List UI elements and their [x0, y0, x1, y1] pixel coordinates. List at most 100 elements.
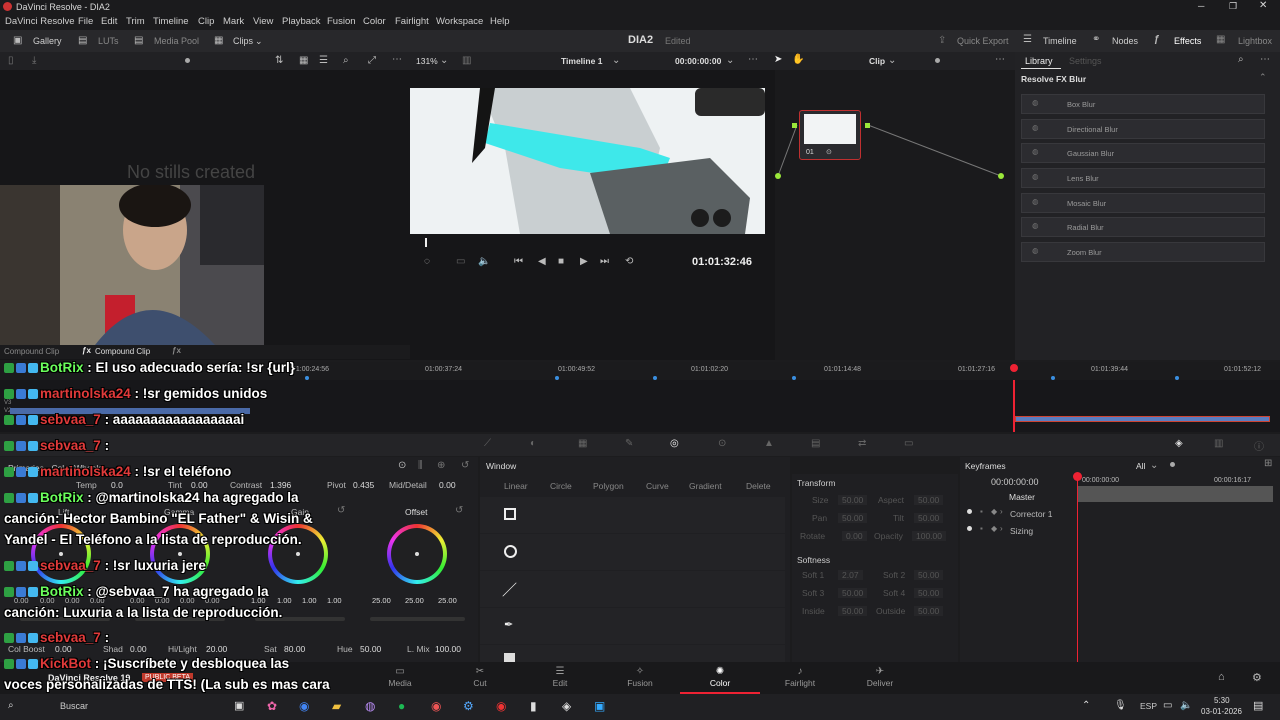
effects-button[interactable]: Effects: [1174, 36, 1201, 46]
import-icon[interactable]: ⤓: [32, 55, 36, 66]
corrector-node[interactable]: 01 ⊙: [799, 110, 861, 160]
spotify-icon[interactable]: ●: [398, 699, 405, 713]
clock-time[interactable]: 5:30: [1214, 696, 1230, 705]
node-input-port[interactable]: [792, 123, 797, 128]
resolve-task-icon[interactable]: ◈: [562, 699, 571, 713]
aspect-field[interactable]: 50.00: [914, 495, 944, 505]
fx-directional-blur[interactable]: ◍ Directional Blur: [1021, 119, 1265, 139]
keyframe-marker[interactable]: [653, 376, 657, 380]
page-color[interactable]: ✺ Color: [680, 666, 760, 694]
qualifier-pick-icon[interactable]: ✎: [625, 438, 633, 449]
thumb-size-slider[interactable]: [185, 58, 190, 63]
window-row-polygon[interactable]: ／: [480, 571, 785, 607]
chevron-down-icon[interactable]: ⌄: [1150, 460, 1158, 471]
clips-button[interactable]: Clips: [233, 36, 253, 46]
gear-icon[interactable]: ⚙: [1252, 671, 1262, 684]
fx-gaussian-blur[interactable]: ◍ Gaussian Blur: [1021, 143, 1265, 163]
curve-button[interactable]: Curve: [646, 481, 669, 491]
clips-icon[interactable]: ▦: [214, 35, 223, 46]
gradient-button[interactable]: Gradient: [689, 481, 722, 491]
offset-master-slider[interactable]: [370, 617, 465, 621]
home-icon[interactable]: ⌂: [1218, 671, 1225, 683]
app-task-icon[interactable]: ▣: [594, 699, 605, 713]
offset-r[interactable]: 25.00: [372, 596, 391, 605]
page-fairlight[interactable]: ♪ Fairlight: [760, 666, 840, 688]
browser-icon[interactable]: ◉: [431, 699, 441, 713]
timeline-icon[interactable]: ☰: [1023, 34, 1032, 45]
menu-view[interactable]: View: [253, 16, 273, 27]
menu-clip[interactable]: Clip: [198, 16, 214, 27]
more-options-icon[interactable]: ⋯: [748, 54, 758, 65]
skip-end-icon[interactable]: ⏭: [600, 256, 609, 267]
keyframe-marker[interactable]: [1051, 376, 1055, 380]
reset-icon[interactable]: ↺: [461, 460, 469, 471]
clock-date[interactable]: 03-01-2026: [1201, 707, 1242, 716]
timeline-clip[interactable]: [1015, 416, 1270, 422]
menu-trim[interactable]: Trim: [126, 16, 145, 27]
key-icon[interactable]: ⇄: [858, 438, 866, 449]
layout-icon[interactable]: ▥: [462, 55, 471, 66]
menu-color[interactable]: Color: [363, 16, 386, 27]
chevron-right-icon[interactable]: ›: [1000, 507, 1003, 516]
tab-library[interactable]: Library: [1025, 56, 1053, 66]
hue-value[interactable]: 50.00: [360, 644, 381, 654]
rotate-field[interactable]: 0.00: [842, 531, 867, 541]
page-media[interactable]: ▭ Media: [360, 666, 440, 688]
chrome-icon[interactable]: ◉: [299, 699, 309, 713]
window-row-curve[interactable]: ✒: [480, 608, 785, 644]
wheels-mode-icon[interactable]: ⊙: [398, 460, 406, 471]
minimize-icon[interactable]: ─: [1198, 1, 1204, 11]
log-mode-icon[interactable]: ⊕: [437, 460, 445, 471]
viewer-scrubber[interactable]: [410, 234, 765, 250]
opacity-field[interactable]: 100.00: [912, 531, 946, 541]
lightbox-icon[interactable]: ▦: [1216, 34, 1225, 45]
luts-button[interactable]: LUTs: [98, 36, 119, 46]
info-icon[interactable]: ⓘ: [1254, 438, 1264, 453]
soft1-field[interactable]: 2.07: [838, 570, 863, 580]
keyframe-playhead[interactable]: [1077, 475, 1078, 662]
tab-settings[interactable]: Settings: [1069, 56, 1102, 66]
node-output-port[interactable]: [865, 123, 870, 128]
luts-icon[interactable]: ▤: [78, 35, 87, 46]
keyframe-marker[interactable]: [555, 376, 559, 380]
media-pool-button[interactable]: Media Pool: [154, 36, 199, 46]
fx-mosaic-blur[interactable]: ◍ Mosaic Blur: [1021, 193, 1265, 213]
play-reverse-icon[interactable]: ◀: [538, 256, 546, 267]
offset-g[interactable]: 25.00: [405, 596, 424, 605]
maximize-icon[interactable]: ❐: [1229, 1, 1237, 12]
collapse-icon[interactable]: ⌃: [1259, 72, 1267, 83]
corrector-dot[interactable]: [967, 509, 972, 514]
diamond-icon[interactable]: ◆: [991, 524, 997, 533]
lmix-value[interactable]: 100.00: [435, 644, 461, 654]
nodes-button[interactable]: Nodes: [1112, 36, 1138, 46]
middetail-value[interactable]: 0.00: [439, 480, 456, 490]
outside-field[interactable]: 50.00: [914, 606, 944, 616]
tilt-field[interactable]: 50.00: [914, 513, 944, 523]
mic-icon[interactable]: 🎙: [1114, 700, 1127, 711]
nodes-icon[interactable]: ⚭: [1092, 34, 1100, 45]
timeline-button[interactable]: Timeline: [1043, 36, 1077, 46]
chevron-down-icon[interactable]: ⌄: [726, 55, 734, 66]
viewer-frame[interactable]: [410, 88, 765, 234]
soft3-field[interactable]: 50.00: [838, 588, 868, 598]
fx-box-blur[interactable]: ◍ Box Blur: [1021, 94, 1265, 114]
more-options-icon[interactable]: ⋯: [392, 54, 402, 65]
pan-field[interactable]: 50.00: [838, 513, 868, 523]
keyframe-marker[interactable]: [1175, 376, 1179, 380]
page-edit[interactable]: ☰ Edit: [520, 666, 600, 688]
wheel-handle[interactable]: [296, 552, 300, 556]
sort-icon[interactable]: ⇅: [275, 55, 283, 66]
page-fusion[interactable]: ✧ Fusion: [600, 666, 680, 688]
pivot-value[interactable]: 0.435: [353, 480, 374, 490]
node-mode-selector[interactable]: Clip: [869, 56, 885, 66]
chevron-down-icon[interactable]: ⌄: [612, 55, 620, 66]
fit-icon[interactable]: ⤢: [368, 55, 376, 66]
notification-icon[interactable]: ▤: [1253, 699, 1263, 712]
menu-fusion[interactable]: Fusion: [327, 16, 356, 27]
window-tool-icon[interactable]: ◎: [670, 438, 679, 449]
keyframes-icon[interactable]: ◈: [1175, 438, 1183, 449]
pointer-icon[interactable]: ➤: [774, 54, 782, 65]
soft2-field[interactable]: 50.00: [914, 570, 944, 580]
search-icon[interactable]: ⌕: [1238, 54, 1244, 65]
blur-icon[interactable]: ▤: [811, 438, 820, 449]
